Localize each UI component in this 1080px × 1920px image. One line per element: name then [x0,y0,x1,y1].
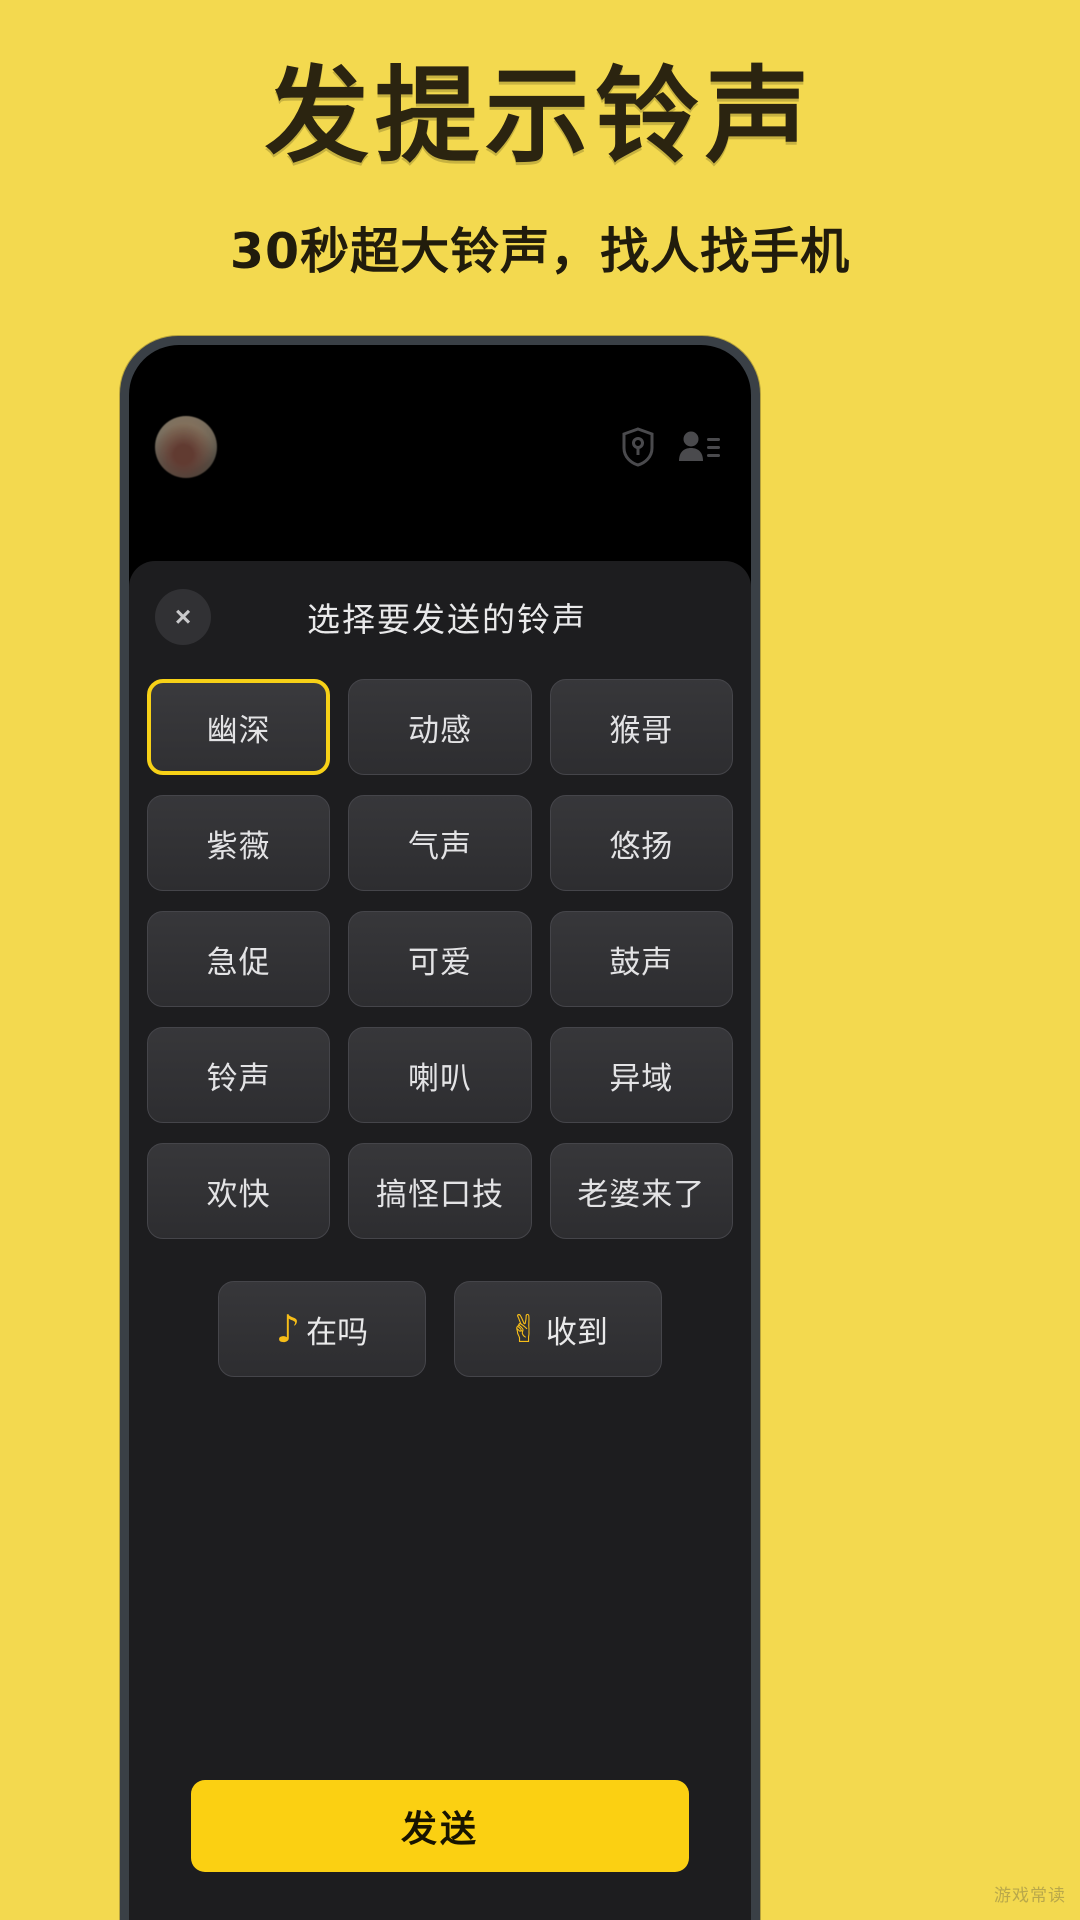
sheet-title: 选择要发送的铃声 [307,601,587,638]
chat-topbar [129,397,751,497]
ringtone-option[interactable]: 欢快 [147,1143,331,1239]
shield-key-icon[interactable] [621,427,655,467]
quick-phrase-label: 收到 [545,1314,608,1350]
ringtone-picker-sheet: × 选择要发送的铃声 幽深 动感 猴哥 紫薇 气声 悠扬 急促 可爱 鼓声 铃声… [129,561,751,1920]
ringtone-option[interactable]: 异域 [549,1027,733,1123]
send-button[interactable]: 发送 [191,1780,689,1872]
ringtone-option[interactable]: 铃声 [147,1027,331,1123]
topbar-icons [621,427,721,467]
ringtone-option[interactable]: 可爱 [348,911,532,1007]
quick-phrase-label: 在吗 [306,1314,369,1350]
victory-hand-icon: ✌ [508,1307,540,1351]
sheet-header: × 选择要发送的铃声 [129,561,751,673]
ringtone-grid: 幽深 动感 猴哥 紫薇 气声 悠扬 急促 可爱 鼓声 铃声 喇叭 异域 欢快 搞… [129,673,751,1239]
promo-header: 发提示铃声 30秒超大铃声，找人找手机 [0,0,1080,283]
phone-mockup: × 选择要发送的铃声 幽深 动感 猴哥 紫薇 气声 悠扬 急促 可爱 鼓声 铃声… [120,336,760,1920]
ringtone-option[interactable]: 幽深 [147,679,331,775]
phone-screen: × 选择要发送的铃声 幽深 动感 猴哥 紫薇 气声 悠扬 急促 可爱 鼓声 铃声… [129,345,751,1920]
send-bar: 发送 [129,1780,751,1920]
phone-frame: × 选择要发送的铃声 幽深 动感 猴哥 紫薇 气声 悠扬 急促 可爱 鼓声 铃声… [120,336,760,1920]
quick-phrase-button[interactable]: ✌ 收到 [454,1281,662,1377]
quick-phrase-row: ♪ 在吗 ✌ 收到 [129,1281,751,1377]
ringtone-option[interactable]: 猴哥 [549,679,733,775]
quick-phrase-button[interactable]: ♪ 在吗 [218,1281,426,1377]
music-note-icon: ♪ [275,1307,301,1351]
ringtone-option[interactable]: 气声 [348,795,532,891]
close-icon[interactable]: × [155,589,211,645]
ringtone-option[interactable]: 鼓声 [549,911,733,1007]
contacts-list-icon[interactable] [677,427,721,467]
page-subtitle: 30秒超大铃声，找人找手机 [229,223,851,281]
ringtone-option[interactable]: 搞怪口技 [348,1143,532,1239]
avatar[interactable] [155,416,217,478]
ringtone-option[interactable]: 紫薇 [147,795,331,891]
ringtone-option[interactable]: 急促 [147,911,331,1007]
ringtone-option[interactable]: 动感 [348,679,532,775]
ringtone-option[interactable]: 悠扬 [549,795,733,891]
ringtone-option[interactable]: 老婆来了 [549,1143,733,1239]
watermark: 游戏常读 [994,1886,1066,1905]
page-title: 发提示铃声 [264,55,815,177]
ringtone-option[interactable]: 喇叭 [348,1027,532,1123]
